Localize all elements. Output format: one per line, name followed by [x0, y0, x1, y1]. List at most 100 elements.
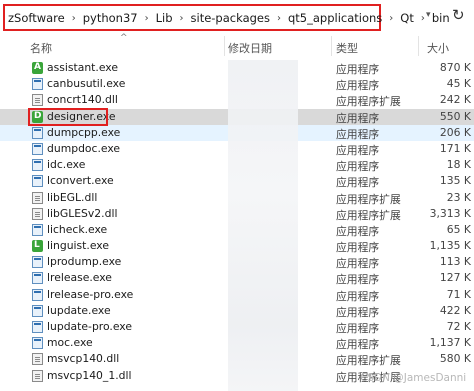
file-size: 127 K	[439, 271, 471, 285]
file-type: 应用程序扩展	[336, 192, 401, 206]
file-type: 应用程序扩展	[336, 208, 401, 222]
file-name: linguist.exe	[47, 239, 109, 253]
file-size: 422 K	[439, 303, 471, 317]
chevron-right-icon[interactable]: ›	[145, 13, 149, 24]
file-type: 应用程序	[336, 289, 380, 303]
file-name: moc.exe	[47, 336, 93, 350]
file-name: lrelease-pro.exe	[47, 287, 134, 301]
file-name: canbusutil.exe	[47, 77, 126, 91]
exe-icon	[32, 159, 43, 172]
file-size: 18 K	[446, 158, 471, 172]
file-name: idc.exe	[47, 158, 86, 172]
breadcrumb-item[interactable]: python37	[83, 11, 138, 25]
file-type: 应用程序	[336, 338, 380, 352]
file-type: 应用程序	[336, 79, 380, 93]
file-size: 65 K	[446, 222, 471, 236]
chevron-right-icon[interactable]: ›	[180, 13, 184, 24]
file-type: 应用程序	[336, 63, 380, 76]
exe-icon	[32, 256, 43, 269]
file-type: 应用程序	[336, 160, 380, 174]
file-size: 1,137 K	[429, 336, 471, 350]
breadcrumb: zSoftware › python37 › Lib › site-packag…	[8, 9, 450, 27]
address-bar[interactable]: zSoftware › python37 › Lib › site-packag…	[0, 0, 474, 32]
dll-icon	[32, 353, 43, 366]
file-type: 应用程序	[336, 127, 380, 141]
file-name: lrelease.exe	[47, 271, 112, 285]
breadcrumb-item[interactable]: Lib	[156, 11, 173, 25]
exe-icon	[32, 337, 43, 350]
breadcrumb-item[interactable]: site-packages	[191, 11, 270, 25]
chevron-right-icon[interactable]: ›	[72, 13, 76, 24]
breadcrumb-item[interactable]: zSoftware	[8, 11, 65, 25]
dll-icon	[32, 191, 43, 204]
chevron-right-icon[interactable]: ›	[277, 13, 281, 24]
file-type: 应用程序	[336, 111, 380, 125]
file-size: 45 K	[446, 77, 471, 91]
dll-icon	[32, 369, 43, 382]
chevron-right-icon[interactable]: ›	[389, 13, 393, 24]
file-name: libGLESv2.dll	[47, 206, 118, 220]
file-type: 应用程序	[336, 257, 380, 271]
file-type: 应用程序扩展	[336, 354, 401, 368]
breadcrumb-item[interactable]: bin	[432, 11, 450, 25]
file-name: dumpcpp.exe	[47, 125, 121, 139]
dll-icon	[32, 94, 43, 107]
column-type[interactable]: 类型	[336, 40, 358, 56]
file-type: 应用程序	[336, 305, 380, 319]
refresh-icon[interactable]: ↻	[452, 6, 465, 24]
file-type: 应用程序	[336, 322, 380, 335]
linguist-icon	[32, 240, 43, 253]
file-name: libEGL.dll	[47, 190, 98, 204]
chevron-right-icon[interactable]: ›	[421, 13, 425, 24]
file-type: 应用程序	[336, 224, 380, 238]
sort-ascending-icon: ^	[120, 33, 128, 43]
file-size: 580 K	[439, 352, 471, 366]
file-size: 1,135 K	[429, 239, 471, 253]
file-size: 242 K	[439, 93, 471, 107]
watermark: CSDN @JamesDanni	[360, 372, 467, 384]
file-size: 72 K	[446, 320, 471, 333]
assistant-icon	[32, 62, 43, 74]
column-name[interactable]: 名称	[30, 40, 52, 56]
file-size: 550 K	[439, 109, 471, 123]
column-divider[interactable]	[418, 36, 419, 56]
file-size: 870 K	[439, 61, 471, 74]
breadcrumb-item[interactable]: qt5_applications	[288, 11, 382, 25]
file-name: assistant.exe	[47, 61, 119, 74]
file-name: licheck.exe	[47, 222, 108, 236]
file-name: dumpdoc.exe	[47, 141, 121, 155]
file-name: concrt140.dll	[47, 93, 118, 107]
column-divider[interactable]	[224, 36, 225, 56]
file-type: 应用程序	[336, 273, 380, 287]
file-size: 113 K	[439, 255, 471, 269]
file-size: 171 K	[439, 141, 471, 155]
date-column-redaction	[228, 60, 298, 391]
dll-icon	[32, 207, 43, 220]
exe-icon	[32, 304, 43, 317]
designer-highlight-box	[28, 108, 108, 126]
exe-icon	[32, 175, 43, 188]
file-name: lupdate.exe	[47, 303, 111, 317]
chevron-down-icon[interactable]: ▾	[426, 10, 431, 20]
file-name: lconvert.exe	[47, 174, 114, 188]
file-size: 206 K	[439, 125, 471, 139]
column-header: 名称 修改日期 类型 大小	[0, 32, 474, 60]
exe-icon	[32, 78, 43, 91]
file-type: 应用程序扩展	[336, 95, 401, 109]
exe-icon	[32, 321, 43, 333]
file-name: msvcp140.dll	[47, 352, 120, 366]
file-type: 应用程序	[336, 143, 380, 157]
exe-icon	[32, 126, 43, 139]
exe-icon	[32, 272, 43, 285]
file-name: lupdate-pro.exe	[47, 320, 132, 333]
file-type: 应用程序	[336, 176, 380, 190]
column-divider[interactable]	[331, 36, 332, 56]
column-size[interactable]: 大小	[427, 40, 449, 56]
file-size: 135 K	[439, 174, 471, 188]
file-type: 应用程序	[336, 241, 380, 255]
column-modified[interactable]: 修改日期	[228, 40, 272, 56]
file-size: 23 K	[446, 190, 471, 204]
file-name: msvcp140_1.dll	[47, 368, 132, 382]
breadcrumb-item[interactable]: Qt	[400, 11, 414, 25]
file-name: lprodump.exe	[47, 255, 122, 269]
